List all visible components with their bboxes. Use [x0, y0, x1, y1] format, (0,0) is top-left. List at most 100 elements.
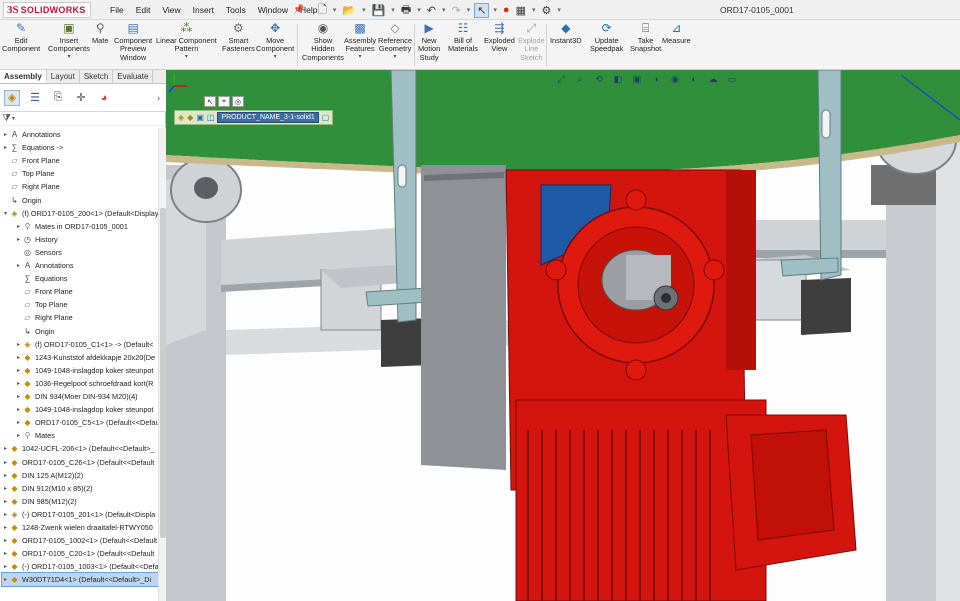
linear-component-pattern-button[interactable]: ⁂ Linear Component Pattern ▾ [156, 22, 217, 60]
insert-components-button[interactable]: ▣ Insert Components ▾ [48, 22, 90, 60]
tree-item[interactable]: ▱ Front Plane [15, 285, 158, 298]
tree-item[interactable]: ↳ Origin [15, 325, 158, 338]
tab-assembly[interactable]: Assembly [0, 70, 47, 83]
open-icon[interactable]: 📂 [340, 3, 358, 18]
tree-item[interactable]: ∑ Equations [15, 272, 158, 285]
assembly-features-dropdown-icon[interactable]: ▾ [359, 54, 362, 60]
tree-item[interactable]: ▱ Right Plane [15, 311, 158, 324]
tree-item[interactable]: ▸ ◆ DIN 934(Moer DIN-934 M20)(4) [15, 390, 158, 403]
smart-fasteners-button[interactable]: ⚙ Smart Fasteners [222, 22, 255, 54]
selection-breadcrumb[interactable]: ◈ ◆ ▣ ◫ PRODUCT_NAME_3-1-solid1 ▢ [174, 110, 334, 125]
bill-of-materials-button[interactable]: ☷ Bill of Materials [448, 22, 478, 54]
redo-dropdown-icon[interactable]: ▾ [465, 3, 473, 18]
expand-arrow-icon[interactable]: ▸ [2, 524, 9, 531]
tree-item[interactable]: ▸ ◆ 1243-Kunststof afdekkapje 20x20(De [15, 351, 158, 364]
expand-arrow-icon[interactable]: ▸ [15, 432, 22, 439]
breadcrumb-body-icon[interactable]: ◫ [207, 113, 215, 122]
mate-button[interactable]: ⚲ Mate [92, 22, 108, 45]
rebuild-icon[interactable]: ● [501, 3, 512, 18]
expand-arrow-icon[interactable]: ▸ [15, 393, 22, 400]
expand-arrow-icon[interactable]: ▸ [15, 354, 22, 361]
graphics-area[interactable]: ⤢ ⌕ ⟲ ◧ ▣ ◑ ◉ ◐ ☁ ▭ ↖ ⌖ ◎ ◈ ◆ ▣ ◫ PRODUCT_… [166, 70, 960, 601]
insert-components-dropdown-icon[interactable]: ▾ [67, 54, 70, 60]
tree-item[interactable]: ◎ Sensors [15, 246, 158, 259]
breadcrumb-subassembly-icon[interactable]: ◆ [187, 113, 193, 122]
featuremanager-icon[interactable]: ◈ [4, 89, 20, 106]
select-dropdown-icon[interactable]: ▾ [491, 3, 499, 18]
display-style-icon[interactable]: ◑ [649, 73, 663, 85]
edit-appearance-icon[interactable]: ◐ [687, 73, 701, 85]
panel-expand-chevron-icon[interactable]: › [157, 93, 160, 103]
expand-arrow-icon[interactable]: ▸ [15, 380, 22, 387]
breadcrumb-body-label[interactable]: PRODUCT_NAME_3-1-solid1 [217, 112, 319, 123]
expand-arrow-icon[interactable]: ▸ [15, 419, 22, 426]
tree-scrollbar[interactable] [158, 128, 166, 601]
tree-item[interactable]: ▾ ◈ (f) ORD17-0105_200<1> (Default<Display [2, 207, 158, 220]
view-settings-icon[interactable]: ▭ [725, 73, 739, 85]
breadcrumb-assembly-icon[interactable]: ◈ [178, 113, 184, 122]
print-dropdown-icon[interactable]: ▾ [415, 3, 423, 18]
menu-file[interactable]: File [104, 0, 130, 20]
section-view-icon[interactable]: ◧ [611, 73, 625, 85]
options-icon[interactable]: ⚙ [540, 3, 554, 18]
expand-arrow-icon[interactable]: ▸ [15, 223, 22, 230]
tree-item[interactable]: ▸ ◆ ORD17-0105_1002<1> (Default<<Default [2, 534, 158, 547]
expand-arrow-icon[interactable]: ▸ [2, 472, 9, 479]
tree-item[interactable]: ▸ ∑ Equations -> [2, 141, 158, 154]
expand-arrow-icon[interactable]: ▸ [15, 406, 22, 413]
tree-item[interactable]: ▸ ◆ (-) ORD17-0105_1003<1> (Default<<Defau… [2, 560, 158, 573]
expand-arrow-icon[interactable]: ▸ [2, 537, 9, 544]
tree-item[interactable]: ▸ ◈ (f) ORD17-0105_C1<1> -> (Default< [15, 338, 158, 351]
move-component-button[interactable]: ✥ Move Component ▾ [256, 22, 294, 60]
tree-item[interactable]: ▱ Front Plane [2, 154, 158, 167]
print-icon[interactable]: 🖶 [399, 3, 413, 18]
new-dropdown-icon[interactable]: ▾ [331, 3, 339, 18]
propertymanager-icon[interactable]: ☰ [27, 90, 43, 106]
expand-arrow-icon[interactable]: ▸ [2, 131, 9, 138]
tree-item[interactable]: ▸ A Annotations [2, 128, 158, 141]
expand-arrow-icon[interactable]: ▸ [2, 576, 9, 583]
breadcrumb-face-icon[interactable]: ▢ [322, 113, 330, 122]
expand-arrow-icon[interactable]: ▸ [2, 144, 9, 151]
tree-item[interactable]: ▸ ◆ DIN 125 A(M12)(2) [2, 469, 158, 482]
tree-item[interactable]: ▸ ◆ 1248-Zwenk wielen draaitafel-RTWY050 [2, 521, 158, 534]
tree-item[interactable]: ▸ ◆ 1042-UCFL-206<1> (Default<<Default>_ [2, 442, 158, 455]
tree-item[interactable]: ▸ A Annotations [15, 259, 158, 272]
dimxpert-icon[interactable]: ✛ [73, 90, 89, 106]
expand-arrow-icon[interactable]: ▸ [2, 511, 9, 518]
measure-button[interactable]: ⊿ Measure [662, 22, 691, 45]
undo-icon[interactable]: ↶ [425, 3, 438, 18]
filter-dropdown-icon[interactable]: ▾ [12, 115, 15, 122]
update-speedpak-button[interactable]: ⟳ Update Speedpak [590, 22, 623, 54]
tree-filter[interactable]: ⧩ ▾ [0, 112, 166, 126]
tree-item[interactable]: ▸ ◆ W30DT71D4<1> (Default<<Default>_Di [1, 572, 158, 588]
properties-dropdown-icon[interactable]: ▾ [530, 3, 538, 18]
reference-geometry-button[interactable]: ◇ Reference Geometry ▾ [378, 22, 412, 60]
tree-item[interactable]: ▸ ◆ 1049-1048-inslagdop koker steunpot [15, 364, 158, 377]
expand-arrow-icon[interactable]: ▾ [2, 210, 9, 217]
component-preview-window-button[interactable]: ▤ Component Preview Window [114, 22, 152, 62]
tree-item[interactable]: ▸ ◈ (-) ORD17-0105_201<1> (Default<Displa [2, 508, 158, 521]
open-dropdown-icon[interactable]: ▾ [360, 3, 368, 18]
tree-item[interactable]: ▱ Top Plane [2, 167, 158, 180]
assembly-model-render[interactable] [166, 70, 960, 601]
menu-tools[interactable]: Tools [220, 0, 252, 20]
tab-layout[interactable]: Layout [47, 70, 80, 83]
zoom-area-icon[interactable]: ⌕ [573, 73, 587, 85]
tree-item[interactable]: ▸ ◆ ORD17-0105_C5<1> (Default<<Default [15, 416, 158, 429]
view-orientation-icon[interactable]: ▣ [630, 73, 644, 85]
redo-icon[interactable]: ↷ [449, 3, 462, 18]
exploded-view-button[interactable]: ⇶ Exploded View [484, 22, 515, 54]
select-arrow-icon[interactable]: ↖ [474, 2, 490, 18]
tree-item[interactable]: ▸ ⚲ Mates [15, 429, 158, 442]
new-motion-study-button[interactable]: ▶ New Motion Study [418, 22, 440, 62]
expand-arrow-icon[interactable]: ▸ [2, 550, 9, 557]
expand-arrow-icon[interactable]: ▸ [2, 563, 9, 570]
menu-window[interactable]: Window [252, 0, 294, 20]
tree-item[interactable]: ↳ Origin [2, 194, 158, 207]
filter-icon[interactable]: ⧩ [2, 113, 11, 124]
move-component-dropdown-icon[interactable]: ▾ [274, 54, 277, 60]
expand-arrow-icon[interactable]: ▸ [2, 485, 9, 492]
zoom-to-fit-icon[interactable]: ⤢ [554, 73, 568, 85]
expand-arrow-icon[interactable]: ▸ [15, 236, 22, 243]
